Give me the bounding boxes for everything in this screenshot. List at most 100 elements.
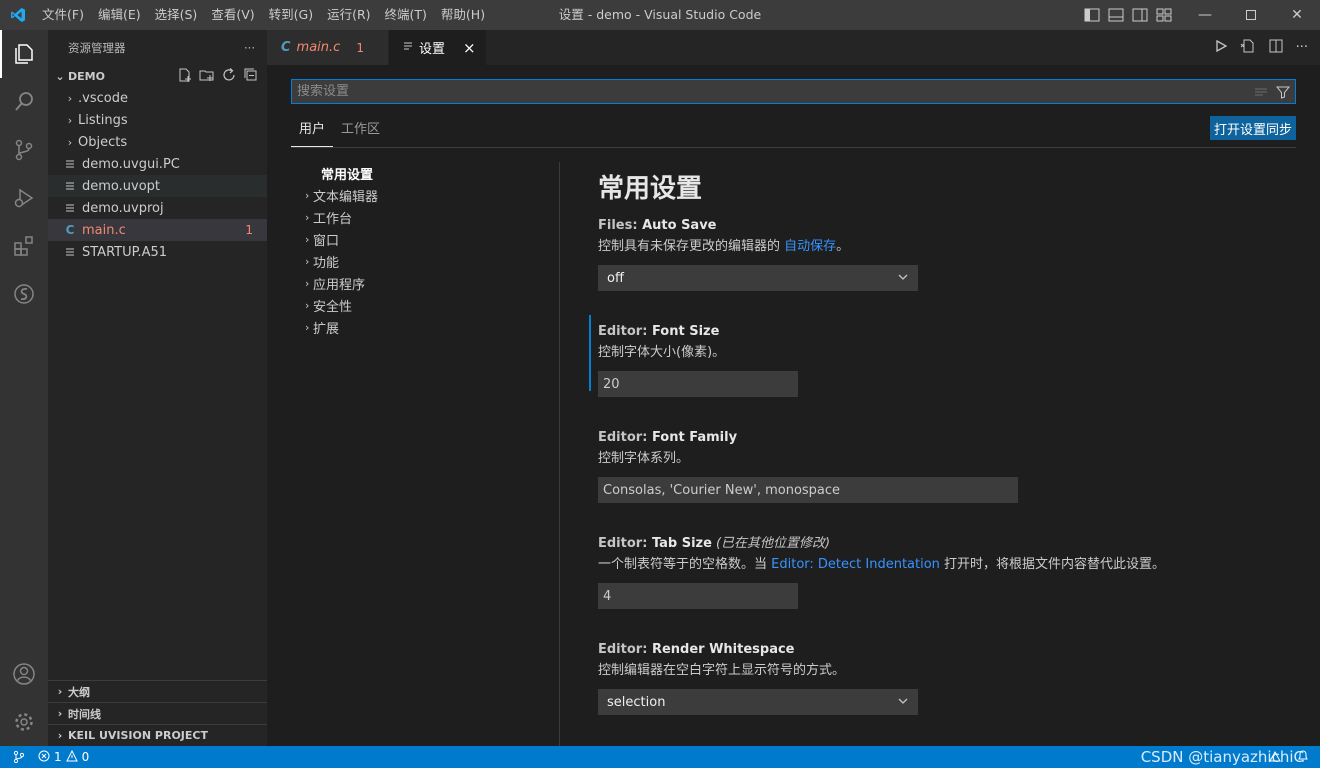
problems-indicator[interactable]: 1 0 [38,749,90,765]
folder-header[interactable]: ⌄ DEMO [48,65,267,87]
open-settings-sync-button[interactable]: 打开设置同步 [1210,116,1296,140]
feedback-icon[interactable] [1268,749,1282,766]
settings-search-input[interactable] [297,84,1197,99]
section-label: 大纲 [68,685,90,699]
toc-item-security[interactable]: › 安全性 [291,294,559,316]
settings-file-icon [403,40,413,55]
extensions-icon[interactable] [0,222,48,270]
tree-item-label: demo.uvopt [82,178,161,194]
setting-category: Editor: [598,642,652,657]
more-actions-icon[interactable]: ··· [1296,40,1308,55]
search-icon[interactable] [0,78,48,126]
menu-edit[interactable]: 编辑(E) [91,0,148,30]
notifications-bell-icon[interactable] [1296,749,1310,766]
file-lines-icon [62,181,78,191]
maximize-icon[interactable] [1228,0,1274,30]
menu-view[interactable]: 查看(V) [204,0,261,30]
open-settings-json-icon[interactable] [1240,38,1256,58]
keil-project-section[interactable]: › KEIL UVISION PROJECT [48,724,267,746]
tree-item-label: main.c [82,222,126,238]
toc-label: 安全性 [313,299,353,315]
editor-group: C main.c 1 设置 × ··· 用户 工作区 打开设置同步 常用设置 ›… [267,30,1320,746]
customize-layout-icon[interactable] [1156,8,1172,22]
minimize-icon[interactable]: — [1182,0,1228,30]
settings-search-box[interactable] [291,79,1296,104]
timeline-section[interactable]: › 时间线 [48,702,267,724]
toc-item-workbench[interactable]: › 工作台 [291,206,559,228]
toc-item-features[interactable]: › 功能 [291,250,559,272]
auto-save-select[interactable]: off [598,265,918,291]
scope-tab-user[interactable]: 用户 [291,115,334,147]
run-icon[interactable] [1214,39,1228,57]
desc-text: 控制具有未保存更改的编辑器的 [598,239,785,254]
toggle-panel-icon[interactable] [1108,8,1124,22]
close-icon[interactable]: ✕ [1274,0,1320,30]
editor-actions: ··· [1214,30,1308,65]
keil-extension-icon[interactable] [0,270,48,318]
font-family-input[interactable]: Consolas, 'Courier New', monospace [598,477,1018,503]
setting-category: Editor: [598,430,652,445]
refresh-icon[interactable] [221,67,237,86]
source-control-icon[interactable] [0,126,48,174]
clear-filter-icon[interactable] [1253,84,1269,104]
tree-file-uvproj[interactable]: demo.uvproj [48,197,267,219]
error-count: 1 [54,750,62,764]
toc-item-extensions[interactable]: › 扩展 [291,316,559,338]
toc-item-common[interactable]: 常用设置 [291,162,559,184]
toc-item-text-editor[interactable]: › 文本编辑器 [291,184,559,206]
new-folder-icon[interactable] [199,67,215,86]
chevron-right-icon: › [57,707,63,720]
tab-size-input[interactable]: 4 [598,583,798,609]
manage-gear-icon[interactable] [0,698,48,746]
outline-section[interactable]: › 大纲 [48,680,267,702]
chevron-right-icon: › [67,113,73,127]
accounts-icon[interactable] [0,650,48,698]
tree-folder-objects[interactable]: › Objects [48,131,267,153]
detect-indentation-link[interactable]: Editor: Detect Indentation [771,557,940,572]
toggle-primary-sidebar-icon[interactable] [1084,8,1100,22]
collapse-all-icon[interactable] [243,67,259,86]
explorer-icon[interactable] [0,30,48,78]
toc-item-window[interactable]: › 窗口 [291,228,559,250]
menu-selection[interactable]: 选择(S) [148,0,205,30]
scope-tab-workspace[interactable]: 工作区 [333,115,388,147]
tab-settings[interactable]: 设置 × [388,30,487,65]
toc-item-application[interactable]: › 应用程序 [291,272,559,294]
tab-close-icon[interactable]: × [463,39,476,57]
filter-icon[interactable] [1275,84,1291,104]
chevron-down-icon: ⌄ [55,69,65,83]
explorer-more-actions-icon[interactable]: ··· [244,41,255,55]
render-whitespace-select[interactable]: selection [598,689,918,715]
section-title: 常用设置 [598,174,703,204]
setting-description: 控制字体大小(像素)。 [598,345,726,360]
chevron-right-icon: › [305,188,310,202]
tree-file-startup[interactable]: STARTUP.A51 [48,241,267,263]
toggle-secondary-sidebar-icon[interactable] [1132,8,1148,22]
tree-file-uvopt[interactable]: demo.uvopt [48,175,267,197]
chevron-right-icon: › [305,298,310,312]
setting-key: Render Whitespace [651,642,795,657]
menu-file[interactable]: 文件(F) [35,0,91,30]
c-file-icon: C [281,40,291,55]
run-debug-icon[interactable] [0,174,48,222]
menu-run[interactable]: 运行(R) [320,0,377,30]
toc-divider [559,162,560,746]
new-file-icon[interactable] [177,67,193,86]
menu-terminal[interactable]: 终端(T) [378,0,434,30]
tree-folder-listings[interactable]: › Listings [48,109,267,131]
tree-folder-vscode[interactable]: › .vscode [48,87,267,109]
warning-count: 0 [81,750,90,764]
tree-file-uvgui[interactable]: demo.uvgui.PC [48,153,267,175]
menu-go[interactable]: 转到(G) [262,0,320,30]
toc-label: 功能 [313,255,340,271]
tab-main-c[interactable]: C main.c 1 [267,30,389,65]
chevron-down-icon [896,270,910,288]
modified-elsewhere-note[interactable]: (已在其他位置修改) [716,536,830,551]
menu-help[interactable]: 帮助(H) [434,0,492,30]
remote-indicator-icon[interactable] [0,746,38,768]
font-size-input[interactable]: 20 [598,371,798,397]
split-editor-icon[interactable] [1268,38,1284,58]
tree-file-main-c[interactable]: C main.c 1 [48,219,267,241]
setting-title: Editor: Font Family [598,429,1238,447]
auto-save-link[interactable]: 自动保存 [784,239,836,254]
